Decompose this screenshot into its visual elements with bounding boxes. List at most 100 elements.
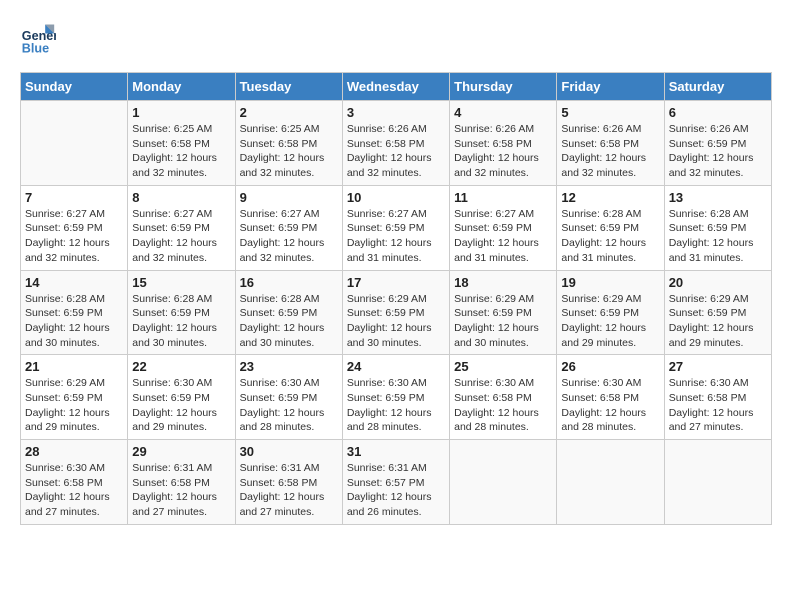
cell-info: Sunrise: 6:29 AM Sunset: 6:59 PM Dayligh…	[561, 292, 659, 351]
cell-4-5: 25 Sunrise: 6:30 AM Sunset: 6:58 PM Dayli…	[450, 355, 557, 440]
cell-1-3: 2 Sunrise: 6:25 AM Sunset: 6:58 PM Daylig…	[235, 101, 342, 186]
cell-5-3: 30 Sunrise: 6:31 AM Sunset: 6:58 PM Dayli…	[235, 440, 342, 525]
cell-3-2: 15 Sunrise: 6:28 AM Sunset: 6:59 PM Dayli…	[128, 270, 235, 355]
cell-info: Sunrise: 6:27 AM Sunset: 6:59 PM Dayligh…	[454, 207, 552, 266]
header-tuesday: Tuesday	[235, 73, 342, 101]
day-number: 16	[240, 275, 338, 290]
cell-info: Sunrise: 6:30 AM Sunset: 6:59 PM Dayligh…	[132, 376, 230, 435]
svg-text:Blue: Blue	[22, 41, 49, 55]
calendar-table: SundayMondayTuesdayWednesdayThursdayFrid…	[20, 72, 772, 525]
cell-3-5: 18Sunrise: 6:29 AM Sunset: 6:59 PM Dayli…	[450, 270, 557, 355]
cell-info: Sunrise: 6:27 AM Sunset: 6:59 PM Dayligh…	[132, 207, 230, 266]
cell-info: Sunrise: 6:30 AM Sunset: 6:58 PM Dayligh…	[669, 376, 767, 435]
cell-info: Sunrise: 6:29 AM Sunset: 6:59 PM Dayligh…	[669, 292, 767, 351]
day-number: 10	[347, 190, 445, 205]
cell-3-1: 14Sunrise: 6:28 AM Sunset: 6:59 PM Dayli…	[21, 270, 128, 355]
header-saturday: Saturday	[664, 73, 771, 101]
day-number: 21	[25, 359, 123, 374]
header-wednesday: Wednesday	[342, 73, 449, 101]
page-header: General Blue	[20, 20, 772, 56]
cell-2-6: 12 Sunrise: 6:28 AM Sunset: 6:59 PM Dayli…	[557, 185, 664, 270]
cell-info: Sunrise: 6:27 AM Sunset: 6:59 PM Dayligh…	[240, 207, 338, 266]
cell-2-7: 13 Sunrise: 6:28 AM Sunset: 6:59 PM Dayli…	[664, 185, 771, 270]
cell-4-2: 22 Sunrise: 6:30 AM Sunset: 6:59 PM Dayli…	[128, 355, 235, 440]
logo-icon: General Blue	[20, 20, 56, 56]
cell-5-4: 31 Sunrise: 6:31 AM Sunset: 6:57 PM Dayli…	[342, 440, 449, 525]
cell-info: Sunrise: 6:28 AM Sunset: 6:59 PM Dayligh…	[669, 207, 767, 266]
cell-info: Sunrise: 6:30 AM Sunset: 6:58 PM Dayligh…	[25, 461, 123, 520]
week-row-4: 21 Sunrise: 6:29 AM Sunset: 6:59 PM Dayli…	[21, 355, 772, 440]
day-number: 30	[240, 444, 338, 459]
cell-4-7: 27 Sunrise: 6:30 AM Sunset: 6:58 PM Dayli…	[664, 355, 771, 440]
cell-info: Sunrise: 6:26 AM Sunset: 6:58 PM Dayligh…	[561, 122, 659, 181]
cell-info: Sunrise: 6:30 AM Sunset: 6:59 PM Dayligh…	[347, 376, 445, 435]
day-number: 12	[561, 190, 659, 205]
cell-info: Sunrise: 6:29 AM Sunset: 6:59 PM Dayligh…	[25, 376, 123, 435]
cell-info: Sunrise: 6:25 AM Sunset: 6:58 PM Dayligh…	[240, 122, 338, 181]
day-number: 1	[132, 105, 230, 120]
day-number: 18	[454, 275, 552, 290]
day-number: 15	[132, 275, 230, 290]
cell-info: Sunrise: 6:27 AM Sunset: 6:59 PM Dayligh…	[347, 207, 445, 266]
week-row-2: 7 Sunrise: 6:27 AM Sunset: 6:59 PM Daylig…	[21, 185, 772, 270]
day-number: 23	[240, 359, 338, 374]
cell-info: Sunrise: 6:31 AM Sunset: 6:58 PM Dayligh…	[240, 461, 338, 520]
day-number: 7	[25, 190, 123, 205]
cell-4-1: 21 Sunrise: 6:29 AM Sunset: 6:59 PM Dayli…	[21, 355, 128, 440]
day-number: 20	[669, 275, 767, 290]
day-number: 5	[561, 105, 659, 120]
calendar-header-row: SundayMondayTuesdayWednesdayThursdayFrid…	[21, 73, 772, 101]
cell-5-6	[557, 440, 664, 525]
day-number: 6	[669, 105, 767, 120]
day-number: 29	[132, 444, 230, 459]
day-number: 19	[561, 275, 659, 290]
day-number: 24	[347, 359, 445, 374]
cell-3-3: 16 Sunrise: 6:28 AM Sunset: 6:59 PM Dayli…	[235, 270, 342, 355]
cell-1-7: 6Sunrise: 6:26 AM Sunset: 6:59 PM Daylig…	[664, 101, 771, 186]
cell-4-4: 24 Sunrise: 6:30 AM Sunset: 6:59 PM Dayli…	[342, 355, 449, 440]
cell-info: Sunrise: 6:28 AM Sunset: 6:59 PM Dayligh…	[240, 292, 338, 351]
logo: General Blue	[20, 20, 62, 56]
cell-1-6: 5 Sunrise: 6:26 AM Sunset: 6:58 PM Daylig…	[557, 101, 664, 186]
cell-info: Sunrise: 6:30 AM Sunset: 6:59 PM Dayligh…	[240, 376, 338, 435]
cell-2-1: 7 Sunrise: 6:27 AM Sunset: 6:59 PM Daylig…	[21, 185, 128, 270]
day-number: 31	[347, 444, 445, 459]
cell-info: Sunrise: 6:30 AM Sunset: 6:58 PM Dayligh…	[454, 376, 552, 435]
day-number: 25	[454, 359, 552, 374]
day-number: 27	[669, 359, 767, 374]
cell-4-6: 26 Sunrise: 6:30 AM Sunset: 6:58 PM Dayli…	[557, 355, 664, 440]
week-row-5: 28Sunrise: 6:30 AM Sunset: 6:58 PM Dayli…	[21, 440, 772, 525]
cell-info: Sunrise: 6:28 AM Sunset: 6:59 PM Dayligh…	[132, 292, 230, 351]
day-number: 3	[347, 105, 445, 120]
cell-5-1: 28Sunrise: 6:30 AM Sunset: 6:58 PM Dayli…	[21, 440, 128, 525]
cell-info: Sunrise: 6:30 AM Sunset: 6:58 PM Dayligh…	[561, 376, 659, 435]
cell-info: Sunrise: 6:26 AM Sunset: 6:58 PM Dayligh…	[454, 122, 552, 181]
day-number: 4	[454, 105, 552, 120]
cell-info: Sunrise: 6:28 AM Sunset: 6:59 PM Dayligh…	[561, 207, 659, 266]
cell-1-5: 4 Sunrise: 6:26 AM Sunset: 6:58 PM Daylig…	[450, 101, 557, 186]
cell-2-2: 8Sunrise: 6:27 AM Sunset: 6:59 PM Daylig…	[128, 185, 235, 270]
header-sunday: Sunday	[21, 73, 128, 101]
day-number: 26	[561, 359, 659, 374]
day-number: 14	[25, 275, 123, 290]
cell-info: Sunrise: 6:27 AM Sunset: 6:59 PM Dayligh…	[25, 207, 123, 266]
header-monday: Monday	[128, 73, 235, 101]
day-number: 2	[240, 105, 338, 120]
cell-1-1	[21, 101, 128, 186]
day-number: 17	[347, 275, 445, 290]
cell-2-4: 10 Sunrise: 6:27 AM Sunset: 6:59 PM Dayli…	[342, 185, 449, 270]
week-row-1: 1 Sunrise: 6:25 AM Sunset: 6:58 PM Daylig…	[21, 101, 772, 186]
cell-5-7	[664, 440, 771, 525]
cell-3-7: 20 Sunrise: 6:29 AM Sunset: 6:59 PM Dayli…	[664, 270, 771, 355]
header-friday: Friday	[557, 73, 664, 101]
day-number: 11	[454, 190, 552, 205]
day-number: 13	[669, 190, 767, 205]
cell-info: Sunrise: 6:26 AM Sunset: 6:58 PM Dayligh…	[347, 122, 445, 181]
cell-2-3: 9Sunrise: 6:27 AM Sunset: 6:59 PM Daylig…	[235, 185, 342, 270]
cell-5-5	[450, 440, 557, 525]
cell-info: Sunrise: 6:31 AM Sunset: 6:57 PM Dayligh…	[347, 461, 445, 520]
day-number: 22	[132, 359, 230, 374]
calendar-body: 1 Sunrise: 6:25 AM Sunset: 6:58 PM Daylig…	[21, 101, 772, 525]
cell-info: Sunrise: 6:31 AM Sunset: 6:58 PM Dayligh…	[132, 461, 230, 520]
cell-1-2: 1Sunrise: 6:25 AM Sunset: 6:58 PM Daylig…	[128, 101, 235, 186]
